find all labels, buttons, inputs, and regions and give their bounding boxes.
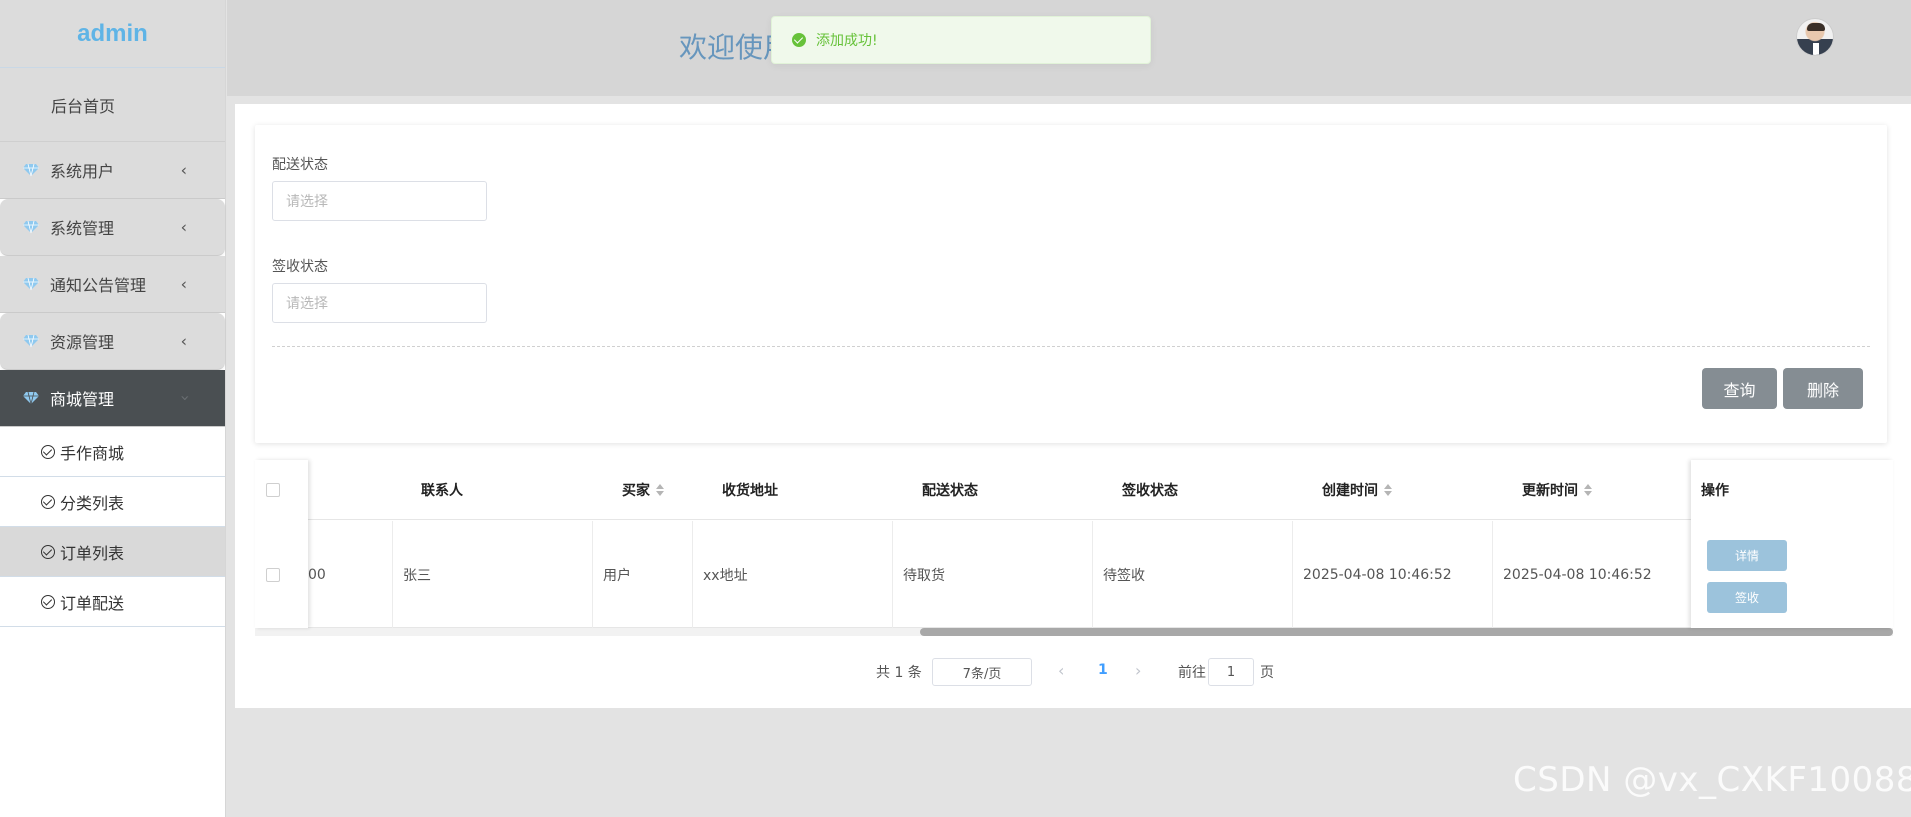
sidebar-subitem-label: 订单配送 [60,593,125,613]
toast-message: 添加成功! [816,33,878,49]
avatar-hair [1807,23,1825,31]
chevron-left-icon: ‹ [180,217,187,237]
watermark: CSDN @vx_CXKF10088 [1513,760,1911,800]
sidebar-subitem-label: 订单列表 [60,543,125,563]
cell-created: 2025-04-08 10:46:52 [1292,521,1492,628]
circle-check-icon [41,444,55,459]
sidebar-item-home[interactable]: 后台首页 [0,68,225,142]
col-address: 收货地址 [722,483,778,499]
diamond-icon [23,220,39,234]
diamond-icon [23,277,39,291]
sidebar-subitem-order-list[interactable]: 订单列表 [0,527,225,577]
sidebar-item-label: 资源管理 [50,333,115,352]
sidebar-subitem-category-list[interactable]: 分类列表 [0,477,225,527]
page-suffix: 页 [1260,665,1274,681]
goto-label: 前往 [1178,665,1206,681]
pagination-total: 共 1 条 [876,665,922,681]
current-page[interactable]: 1 [1098,662,1108,678]
col-created-label: 创建时间 [1322,483,1378,499]
horizontal-scrollbar-thumb[interactable] [920,628,1893,636]
sidebar-item-label: 商城管理 [50,390,115,409]
col-delivery-status: 配送状态 [922,483,978,499]
diamond-icon [23,334,39,348]
cell-delivery-status: 待取货 [892,521,1092,628]
col-sign-status: 签收状态 [1122,483,1178,499]
next-page-icon[interactable]: › [1135,661,1141,680]
goto-page-input[interactable]: 1 [1208,658,1254,686]
success-toast: 添加成功! [771,16,1151,64]
select-all-checkbox[interactable] [266,483,280,497]
col-buyer[interactable]: 买家 [622,460,664,520]
circle-check-icon [41,594,55,609]
sidebar-item-label: 系统管理 [50,219,115,238]
main-content: 配送状态 请选择 签收状态 请选择 查询 删除 联系人 买家 收货地址 配送状态… [235,104,1911,708]
fixed-selection-column [255,460,308,628]
sidebar-item-resource-management[interactable]: 资源管理 ‹ [0,313,225,370]
chevron-left-icon: ‹ [180,331,187,351]
search-form-card: 配送状态 请选择 签收状态 请选择 查询 删除 [255,125,1887,443]
delivery-status-select[interactable]: 请选择 [272,181,487,221]
table-header: 联系人 买家 收货地址 配送状态 签收状态 创建时间 更新时间 [255,460,1893,520]
sort-icon[interactable] [1584,484,1592,496]
sidebar-item-mall-management[interactable]: 商城管理 ‹ [0,370,225,427]
sort-icon[interactable] [1384,484,1392,496]
sidebar-item-label: 系统用户 [50,162,115,181]
cell-buyer: 用户 [592,521,692,628]
sign-status-select[interactable]: 请选择 [272,283,487,323]
query-button[interactable]: 查询 [1702,368,1777,409]
chevron-left-icon: ‹ [180,274,187,294]
user-avatar[interactable] [1796,18,1834,56]
cell-sign-status: 待签收 [1092,521,1292,628]
col-contact: 联系人 [421,483,463,499]
table-row: 00 张三 用户 xx地址 待取货 待签收 2025-04-08 10:46:5… [255,521,1893,628]
cell-contact: 张三 [392,521,592,628]
cell-updated: 2025-04-08 10:46:52 [1492,521,1692,628]
sign-status-label: 签收状态 [272,259,328,275]
chevron-down-icon: ‹ [174,394,194,402]
circle-check-icon [41,494,55,509]
sidebar-item-notice-management[interactable]: 通知公告管理 ‹ [0,256,225,313]
sign-button[interactable]: 签收 [1707,582,1787,613]
row-checkbox[interactable] [266,568,280,582]
diamond-icon [23,391,39,405]
prev-page-icon[interactable]: ‹ [1058,661,1064,680]
diamond-icon [23,163,39,177]
sidebar-subitem-label: 手作商城 [60,443,125,463]
delivery-status-label: 配送状态 [272,157,328,173]
circle-check-icon [41,544,55,559]
sort-icon[interactable] [656,484,664,496]
brand-title: admin [0,0,225,68]
chevron-left-icon: ‹ [180,160,187,180]
sidebar-subitem-order-delivery[interactable]: 订单配送 [0,577,225,627]
col-created[interactable]: 创建时间 [1322,460,1392,520]
detail-button[interactable]: 详情 [1707,540,1787,571]
fixed-actions-column: 操作 详情 签收 [1691,460,1893,628]
success-check-icon [792,33,806,47]
col-updated-label: 更新时间 [1522,483,1578,499]
orders-table: 联系人 买家 收货地址 配送状态 签收状态 创建时间 更新时间 00 张三 用户… [255,460,1893,642]
sidebar-subitem-label: 分类列表 [60,493,125,513]
avatar-shirt [1813,43,1819,55]
sidebar-item-system-management[interactable]: 系统管理 ‹ [0,199,225,256]
col-buyer-label: 买家 [622,483,650,499]
cell-address: xx地址 [692,521,892,628]
sidebar-item-label: 通知公告管理 [50,276,147,295]
page-size-select[interactable]: 7条/页 [932,658,1032,686]
delete-button[interactable]: 删除 [1783,368,1863,409]
sidebar-item-system-users[interactable]: 系统用户 ‹ [0,142,225,199]
col-updated[interactable]: 更新时间 [1522,460,1592,520]
col-actions: 操作 [1701,483,1729,499]
sidebar-subitem-handmade-mall[interactable]: 手作商城 [0,427,225,477]
sidebar: admin 后台首页 系统用户 ‹ 系统管理 ‹ 通知公告管理 ‹ 资源管理 ‹… [0,0,226,817]
cell-id: 00 [308,566,326,583]
form-divider [272,346,1870,347]
